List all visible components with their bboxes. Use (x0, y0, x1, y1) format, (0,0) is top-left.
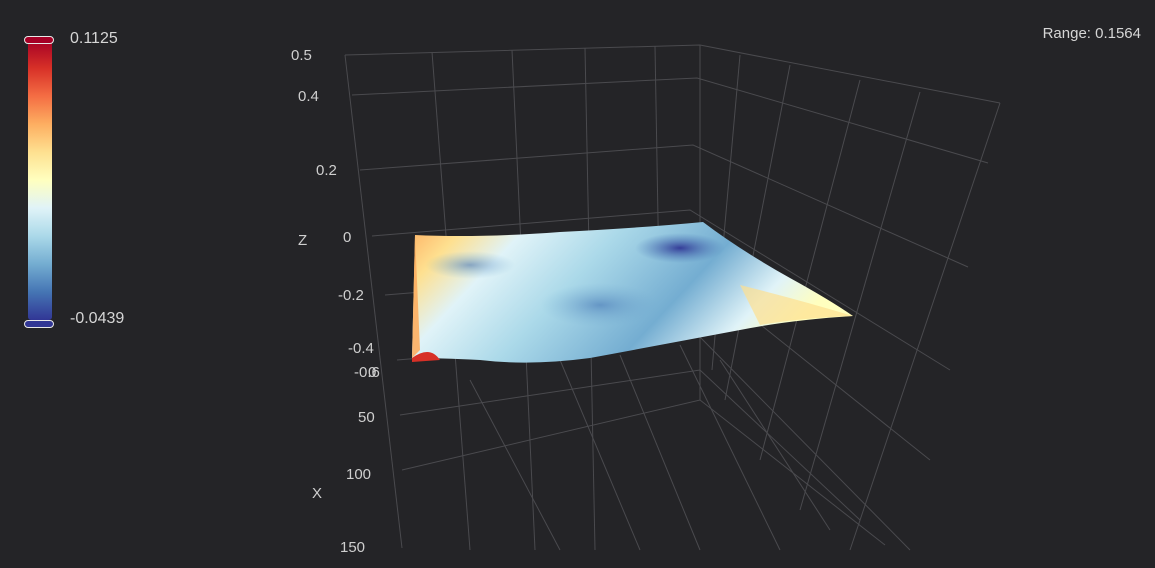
z-axis-ticks: 0.50.40.20-0.2-0.4-0.6 (291, 47, 380, 381)
z-tick-label: 0.4 (298, 88, 319, 105)
colorbar[interactable] (24, 36, 56, 328)
colorbar-min-handle[interactable] (24, 320, 54, 328)
z-tick-label: 0.2 (316, 162, 337, 179)
surface-mesh[interactable] (412, 222, 853, 363)
z-tick-label: -0.2 (338, 287, 364, 304)
z-tick-label: -0.4 (348, 340, 374, 357)
colorbar-gradient (28, 40, 52, 320)
z-tick-label: 0.5 (291, 47, 312, 64)
x-tick-label: 150 (340, 539, 365, 556)
x-tick-label: 50 (358, 409, 375, 426)
colorbar-min-label: -0.0439 (70, 310, 125, 327)
x-tick-label: 100 (346, 466, 371, 483)
surface-plot-view[interactable]: Z X 0.5 0.4 0.2 0 -0.2 -0.4 -0.6 0 50 100 150 Ran… (0, 0, 1155, 568)
colorbar-max-label: 0.1125 (70, 30, 118, 47)
z-tick-label: 0 (343, 229, 351, 246)
x-tick-label: 0 (368, 364, 376, 381)
range-readout: Range: 0.1564 (1042, 25, 1141, 42)
colorbar-max-handle[interactable] (24, 36, 54, 44)
surface-plot[interactable]: Z X 0.50.40.20-0.2-0.4-0.6 050100150 (0, 0, 1155, 568)
x-axis-ticks: 0 50 100 150 (340, 364, 376, 556)
z-axis-title: Z (298, 232, 307, 249)
x-axis-title: X (312, 485, 322, 502)
